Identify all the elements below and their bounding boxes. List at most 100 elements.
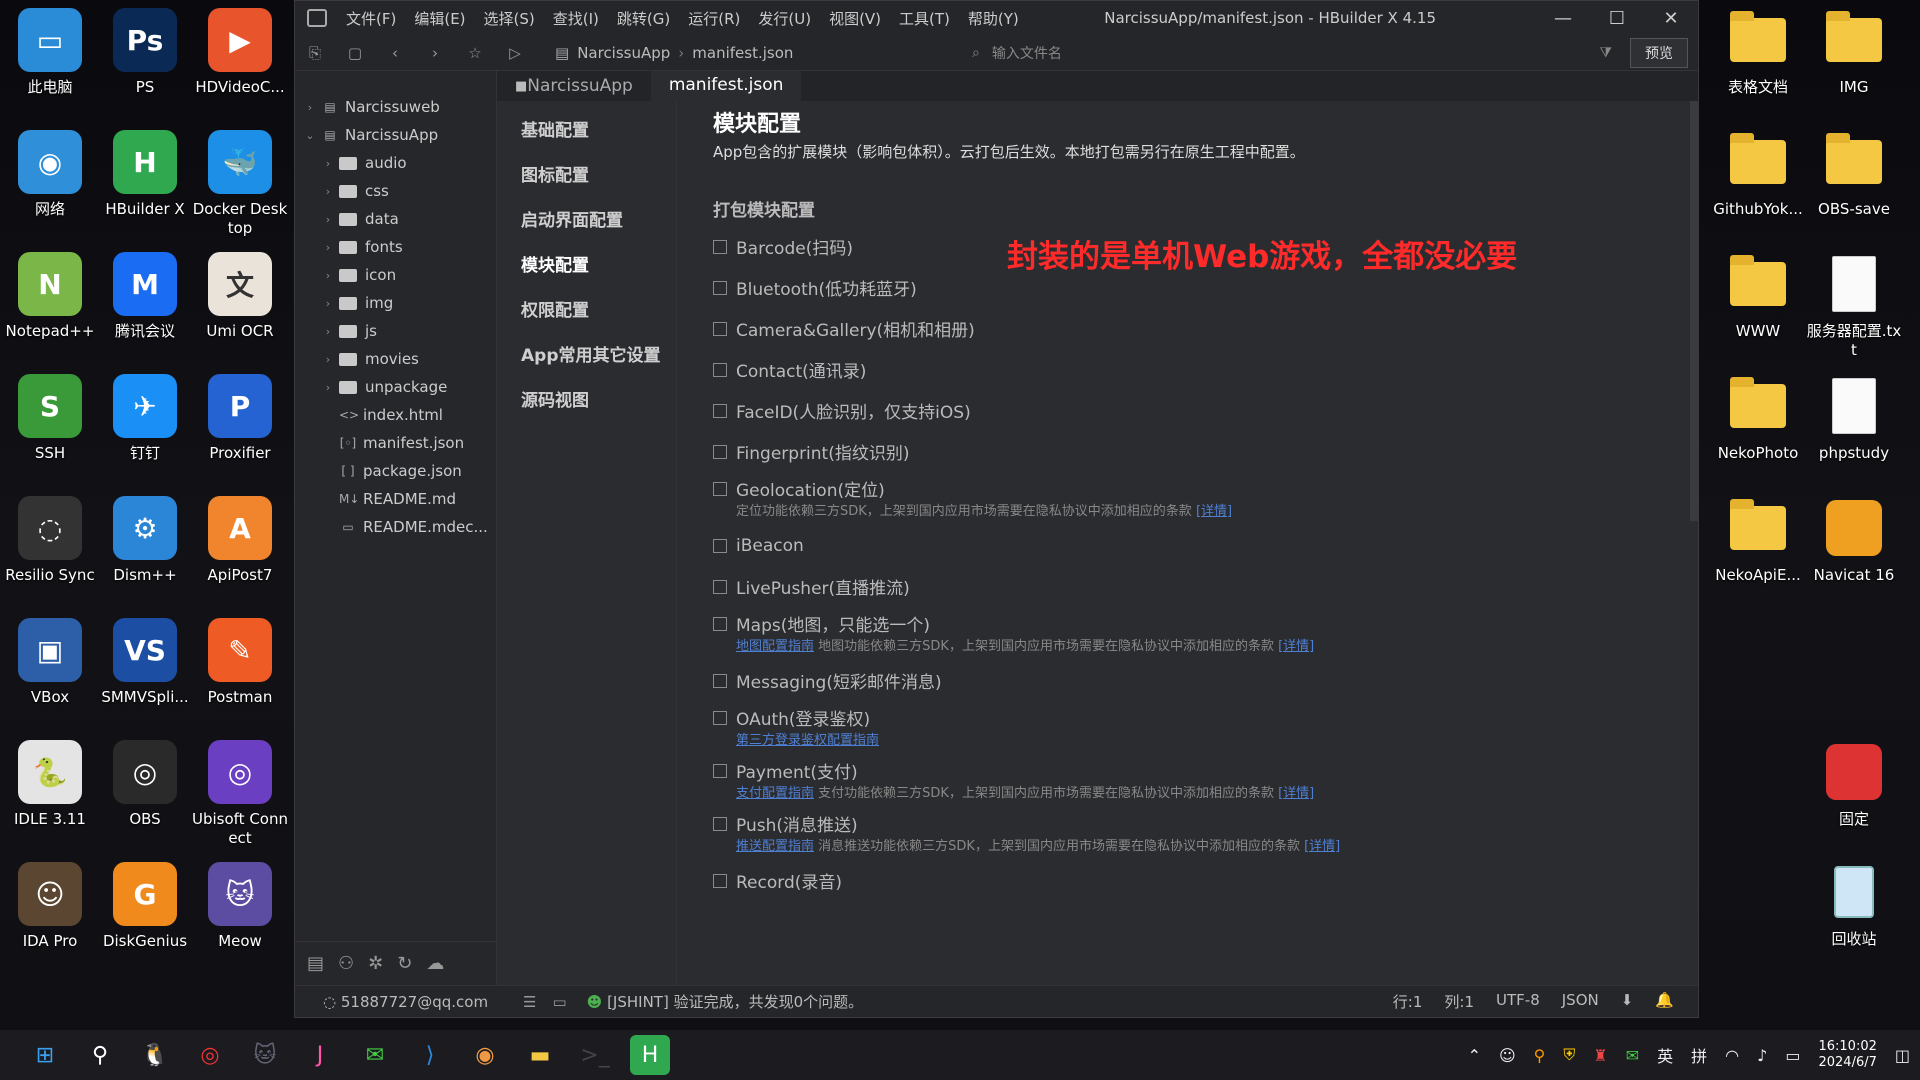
- module-checkbox-row[interactable]: Push(消息推送): [713, 808, 1662, 839]
- chevron-icon[interactable]: ›: [321, 297, 335, 310]
- nav-item[interactable]: 模块配置: [497, 244, 676, 289]
- module-checkbox-row[interactable]: FaceID(人脸识别，仅支持iOS): [713, 395, 1662, 426]
- desktop-icon[interactable]: Navicat 16: [1804, 496, 1904, 585]
- explorer-icon[interactable]: ▤: [307, 953, 324, 974]
- file-search-input[interactable]: 输入文件名: [992, 43, 1062, 63]
- tree-item[interactable]: › movies: [295, 345, 496, 373]
- desktop-icon[interactable]: Ps PS: [95, 8, 195, 97]
- star-icon[interactable]: ☆: [455, 44, 495, 62]
- debug-icon[interactable]: ✲: [368, 953, 383, 974]
- checkbox[interactable]: [713, 239, 727, 254]
- tray-app-icon[interactable]: ☺: [1499, 1046, 1516, 1065]
- terminal-icon[interactable]: >_: [575, 1035, 615, 1075]
- jetbrains-icon[interactable]: J: [300, 1035, 340, 1075]
- desktop-icon[interactable]: M 腾讯会议: [95, 252, 195, 341]
- module-checkbox-row[interactable]: Bluetooth(低功耗蓝牙): [713, 272, 1662, 303]
- menu-item[interactable]: 运行(R): [679, 8, 749, 29]
- scrollbar[interactable]: [1690, 101, 1698, 521]
- module-checkbox-row[interactable]: Maps(地图，只能选一个): [713, 608, 1662, 639]
- menu-item[interactable]: 选择(S): [475, 8, 544, 29]
- tree-item[interactable]: › unpackage: [295, 373, 496, 401]
- ime-pinyin[interactable]: 拼: [1691, 1043, 1707, 1067]
- close-icon[interactable]: ✕: [1644, 8, 1698, 29]
- menu-item[interactable]: 视图(V): [820, 8, 890, 29]
- checkbox[interactable]: [713, 362, 727, 377]
- desktop-icon[interactable]: ▶ HDVideoC...: [190, 8, 290, 97]
- tree-item[interactable]: ⌄ ▤ NarcissuApp: [295, 121, 496, 149]
- details-link[interactable]: [详情]: [1278, 786, 1314, 801]
- details-link[interactable]: [详情]: [1278, 639, 1314, 654]
- desktop-icon[interactable]: H HBuilder X: [95, 130, 195, 219]
- volume-icon[interactable]: ♪: [1757, 1046, 1767, 1065]
- tree-item[interactable]: <> index.html: [295, 401, 496, 429]
- clock[interactable]: 16:10:02 2024/6/7: [1818, 1039, 1876, 1071]
- bell-icon[interactable]: 🔔: [1655, 991, 1674, 1012]
- filter-icon[interactable]: ⧩: [1600, 45, 1613, 61]
- vscode-icon[interactable]: ⟩: [410, 1035, 450, 1075]
- preview-button[interactable]: 预览: [1630, 37, 1688, 68]
- desktop-icon[interactable]: ☺ IDA Pro: [0, 862, 100, 951]
- desktop-icon[interactable]: OBS-save: [1804, 130, 1904, 219]
- desktop-icon[interactable]: ◎ Ubisoft Connect: [190, 740, 290, 848]
- guide-link[interactable]: 地图配置指南: [736, 639, 814, 654]
- tree-item[interactable]: › img: [295, 289, 496, 317]
- back-icon[interactable]: ‹: [375, 44, 415, 62]
- tree-item[interactable]: › data: [295, 205, 496, 233]
- desktop-icon[interactable]: ◎ OBS: [95, 740, 195, 829]
- battery-icon[interactable]: ▭: [1785, 1046, 1800, 1065]
- module-checkbox-row[interactable]: OAuth(登录鉴权): [713, 702, 1662, 733]
- checkbox[interactable]: [713, 710, 727, 725]
- checkbox[interactable]: [713, 579, 727, 594]
- module-checkbox-row[interactable]: Camera&Gallery(相机和相册): [713, 313, 1662, 344]
- desktop-icon[interactable]: GithubYok...: [1708, 130, 1808, 219]
- checkbox[interactable]: [713, 763, 727, 778]
- checkbox[interactable]: [713, 538, 727, 553]
- details-link[interactable]: [详情]: [1304, 839, 1340, 854]
- nav-item[interactable]: 图标配置: [497, 154, 676, 199]
- desktop-icon[interactable]: ▣ VBox: [0, 618, 100, 707]
- search-icon[interactable]: ⚲: [80, 1035, 120, 1075]
- breadcrumb-file[interactable]: manifest.json: [692, 44, 793, 62]
- desktop-icon[interactable]: ◉ 网络: [0, 130, 100, 219]
- checkbox[interactable]: [713, 481, 727, 496]
- wechat-icon[interactable]: ✉: [355, 1035, 395, 1075]
- module-checkbox-row[interactable]: LivePusher(直播推流): [713, 571, 1662, 602]
- wechat-tray-icon[interactable]: ✉: [1626, 1046, 1639, 1065]
- chevron-icon[interactable]: ›: [321, 185, 335, 198]
- tree-item[interactable]: › css: [295, 177, 496, 205]
- menu-item[interactable]: 文件(F): [337, 8, 405, 29]
- chevron-icon[interactable]: ›: [321, 157, 335, 170]
- desktop-icon[interactable]: VS SMMVSpli...: [95, 618, 195, 707]
- download-icon[interactable]: ⬇: [1621, 991, 1634, 1012]
- chevron-icon[interactable]: ›: [321, 381, 335, 394]
- list-icon[interactable]: ☰: [523, 993, 536, 1011]
- nav-item[interactable]: 启动界面配置: [497, 199, 676, 244]
- checkbox[interactable]: [713, 616, 727, 631]
- module-checkbox-row[interactable]: Geolocation(定位): [713, 473, 1662, 504]
- desktop-icon[interactable]: ◌ Resilio Sync: [0, 496, 100, 585]
- chevron-icon[interactable]: ›: [303, 101, 317, 114]
- nav-item[interactable]: 源码视图: [497, 379, 676, 424]
- desktop-icon[interactable]: NekoApiE...: [1708, 496, 1808, 585]
- checkbox[interactable]: [713, 403, 727, 418]
- tree-item[interactable]: [◦] manifest.json: [295, 429, 496, 457]
- explorer-icon[interactable]: ▬: [520, 1035, 560, 1075]
- tree-item[interactable]: M↓ README.md: [295, 485, 496, 513]
- guide-link[interactable]: 第三方登录鉴权配置指南: [736, 733, 879, 748]
- tree-item[interactable]: ▭ README.mdec...: [295, 513, 496, 541]
- chevron-icon[interactable]: ›: [321, 353, 335, 366]
- plugin-icon[interactable]: ⚇: [338, 953, 354, 974]
- desktop-icon[interactable]: NekoPhoto: [1708, 374, 1808, 463]
- chevron-icon[interactable]: ›: [321, 269, 335, 282]
- guide-link[interactable]: 支付配置指南: [736, 786, 814, 801]
- desktop-icon[interactable]: P Proxifier: [190, 374, 290, 463]
- qq-icon[interactable]: 🐧: [135, 1035, 175, 1075]
- desktop-icon[interactable]: ✎ Postman: [190, 618, 290, 707]
- desktop-icon[interactable]: ✈ 钉钉: [95, 374, 195, 463]
- encoding[interactable]: UTF-8: [1496, 991, 1540, 1012]
- cat-icon[interactable]: 🐱: [245, 1035, 285, 1075]
- tree-item[interactable]: › ▤ Narcissuweb: [295, 93, 496, 121]
- desktop-icon[interactable]: 🐳 Docker Desktop: [190, 130, 290, 238]
- cloud-icon[interactable]: ☁: [426, 953, 444, 974]
- checkbox[interactable]: [713, 816, 727, 831]
